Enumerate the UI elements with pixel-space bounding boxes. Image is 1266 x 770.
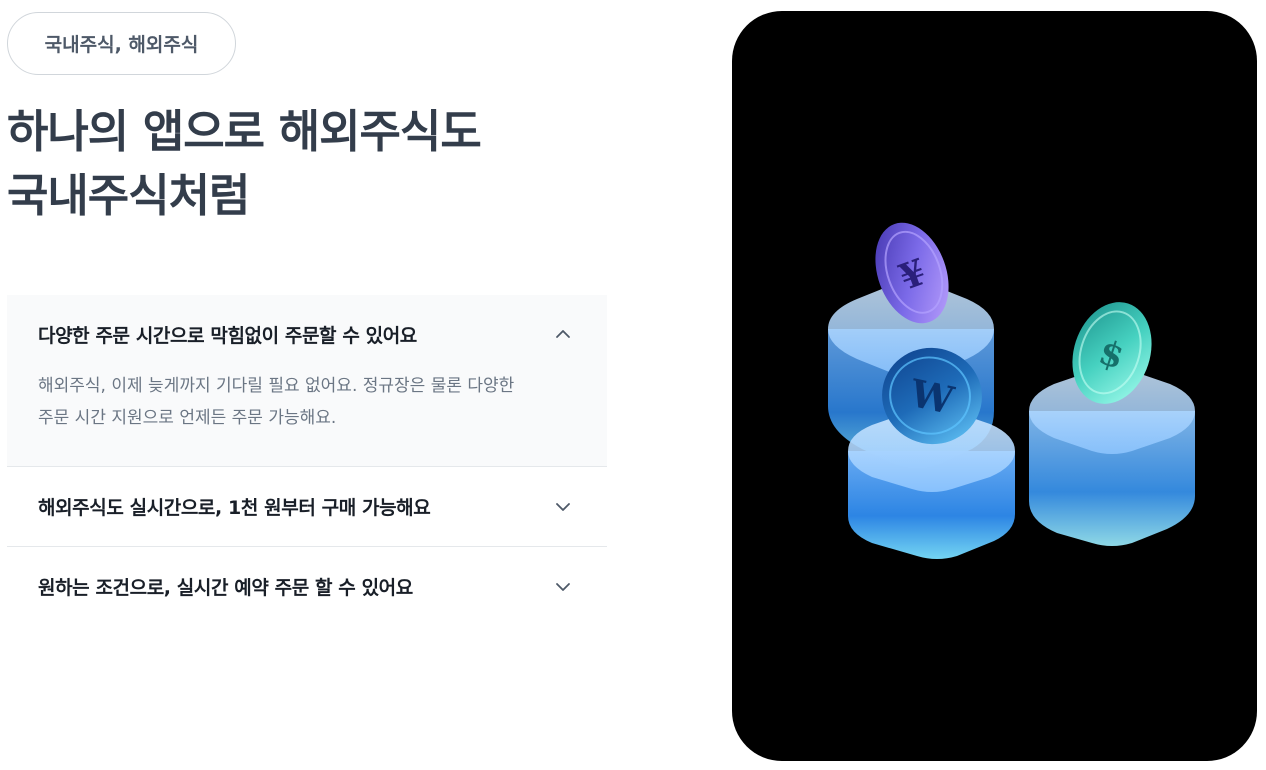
accordion-header-realtime[interactable]: 해외주식도 실시간으로, 1천 원부터 구매 가능해요	[7, 467, 607, 546]
page-headline: 하나의 앱으로 해외주식도 국내주식처럼	[7, 100, 647, 228]
chevron-down-icon	[556, 502, 570, 511]
accordion-header-reservation[interactable]: 원하는 조건으로, 실시간 예약 주문 할 수 있어요	[7, 547, 607, 626]
accordion-item-reservation: 원하는 조건으로, 실시간 예약 주문 할 수 있어요	[7, 547, 607, 626]
headline-line-1: 하나의 앱으로 해외주식도	[7, 105, 482, 158]
chevron-down-icon	[556, 582, 570, 591]
accordion-title: 다양한 주문 시간으로 막힘없이 주문할 수 있어요	[38, 324, 417, 347]
accordion-body-line-2: 주문 시간 지원으로 언제든 주문 가능해요.	[38, 408, 337, 428]
category-chip[interactable]: 국내주식, 해외주식	[7, 12, 236, 75]
chevron-up-icon	[556, 330, 570, 338]
headline-line-2: 국내주식처럼	[7, 169, 250, 222]
accordion-header-order-times[interactable]: 다양한 주문 시간으로 막힘없이 주문할 수 있어요	[7, 295, 607, 373]
accordion-body-line-1: 해외주식, 이제 늦게까지 기다릴 필요 없어요. 정규장은 물론 다양한	[38, 376, 515, 396]
page: 국내주식, 해외주식 하나의 앱으로 해외주식도 국내주식처럼 다양한 주문 시…	[0, 0, 1266, 770]
accordion-title: 원하는 조건으로, 실시간 예약 주문 할 수 있어요	[38, 577, 413, 599]
coins-illustration: ¥ $ W	[732, 11, 1257, 761]
feature-accordion: 다양한 주문 시간으로 막힘없이 주문할 수 있어요 해외주식, 이제 늦게까지…	[7, 295, 607, 626]
accordion-item-order-times: 다양한 주문 시간으로 막힘없이 주문할 수 있어요 해외주식, 이제 늦게까지…	[7, 295, 607, 467]
accordion-title: 해외주식도 실시간으로, 1천 원부터 구매 가능해요	[38, 497, 431, 519]
category-chip-label: 국내주식, 해외주식	[44, 34, 199, 56]
accordion-body: 해외주식, 이제 늦게까지 기다릴 필요 없어요. 정규장은 물론 다양한 주문…	[7, 370, 607, 466]
accordion-item-realtime: 해외주식도 실시간으로, 1천 원부터 구매 가능해요	[7, 467, 607, 547]
coins-on-cubes-image: ¥ $ W	[828, 222, 1195, 559]
